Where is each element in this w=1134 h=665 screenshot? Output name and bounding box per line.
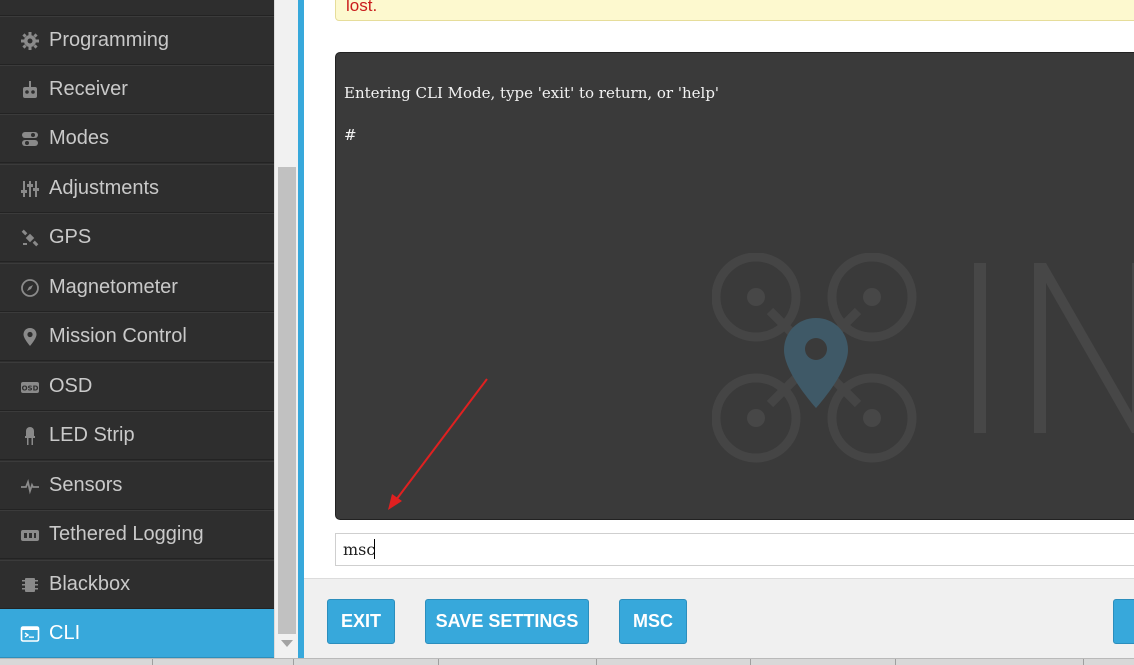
- sidebar-item-osd[interactable]: OSD OSD: [0, 362, 274, 411]
- scrollbar-thumb[interactable]: [278, 167, 296, 634]
- cli-input-value: msc: [343, 540, 376, 559]
- cli-output-line: [344, 104, 719, 125]
- sidebar-item-label: CLI: [49, 622, 81, 644]
- status-divider: [750, 659, 751, 665]
- logging-icon: [19, 524, 41, 546]
- sidebar-item-partial[interactable]: [0, 0, 274, 16]
- sidebar-item-receiver[interactable]: Receiver: [0, 65, 274, 114]
- sidebar-item-label: Receiver: [49, 78, 128, 100]
- save-settings-button[interactable]: SAVE SETTINGS: [425, 599, 589, 644]
- satellite-icon: [19, 227, 41, 249]
- pulse-icon: [19, 475, 41, 497]
- sidebar-item-label: Sensors: [49, 474, 123, 496]
- cli-output-line: Entering CLI Mode, type 'exit' to return…: [344, 84, 720, 102]
- led-icon: [19, 425, 41, 447]
- sidebar-item-label: Tethered Logging: [49, 523, 204, 545]
- toggle-icon: [19, 128, 41, 150]
- receiver-icon: [19, 79, 41, 101]
- inav-logo-watermark-icon: [712, 253, 1134, 463]
- map-pin-icon: [19, 326, 41, 348]
- cli-command-input[interactable]: msc: [335, 533, 1134, 566]
- sidebar-item-magnetometer[interactable]: Magnetometer: [0, 263, 274, 312]
- cli-prompt: #: [344, 126, 357, 144]
- cli-footer-toolbar: EXIT SAVE SETTINGS MSC: [304, 578, 1134, 658]
- sliders-icon: [19, 178, 41, 200]
- sidebar-item-label: Magnetometer: [49, 276, 178, 298]
- sidebar-item-programming[interactable]: Programming: [0, 16, 274, 65]
- sidebar-item-label: LED Strip: [49, 424, 135, 446]
- osd-icon: OSD: [19, 376, 41, 398]
- sidebar-item-led-strip[interactable]: LED Strip: [0, 411, 274, 460]
- msc-button[interactable]: MSC: [619, 599, 687, 644]
- warning-note: lost.: [335, 0, 1134, 21]
- compass-icon: [19, 277, 41, 299]
- status-divider: [152, 659, 153, 665]
- sidebar-item-modes[interactable]: Modes: [0, 114, 274, 163]
- sidebar-item-label: Modes: [49, 127, 110, 149]
- sidebar-item-label: Adjustments: [49, 177, 160, 199]
- sidebar-item-label: OSD: [49, 375, 93, 397]
- exit-button[interactable]: EXIT: [327, 599, 395, 644]
- warning-text: lost.: [346, 0, 378, 15]
- sidebar-item-label: Programming: [49, 29, 170, 51]
- sidebar-nav: Programming Receiver Modes Adjustments G…: [0, 0, 274, 658]
- cli-output-text: Entering CLI Mode, type 'exit' to return…: [344, 83, 719, 146]
- status-divider: [1083, 659, 1084, 665]
- cli-tab-content: lost. Entering CLI Mode, type 'exit' to …: [304, 0, 1134, 658]
- status-divider: [596, 659, 597, 665]
- partial-offscreen-button[interactable]: [1113, 599, 1134, 644]
- status-divider: [293, 659, 294, 665]
- sidebar-item-tethered-logging[interactable]: Tethered Logging: [0, 510, 274, 559]
- status-bar: [0, 658, 1134, 665]
- text-caret: [374, 539, 375, 559]
- sidebar-item-blackbox[interactable]: Blackbox: [0, 560, 274, 609]
- status-divider: [438, 659, 439, 665]
- blackbox-icon: [19, 574, 41, 596]
- sidebar-item-mission-control[interactable]: Mission Control: [0, 312, 274, 361]
- sidebar-item-label: Mission Control: [49, 325, 187, 347]
- sidebar-item-gps[interactable]: GPS: [0, 213, 274, 262]
- sidebar-item-label: Blackbox: [49, 573, 131, 595]
- sidebar-item-label: GPS: [49, 226, 92, 248]
- gear-icon: [19, 30, 41, 52]
- gear-icon: [19, 0, 41, 3]
- scroll-down-arrow-icon[interactable]: [281, 640, 293, 647]
- sidebar-item-adjustments[interactable]: Adjustments: [0, 164, 274, 213]
- status-divider: [895, 659, 896, 665]
- terminal-icon: [19, 623, 41, 645]
- cli-output-window[interactable]: Entering CLI Mode, type 'exit' to return…: [335, 52, 1134, 520]
- sidebar-item-cli[interactable]: CLI: [0, 609, 274, 658]
- sidebar-item-sensors[interactable]: Sensors: [0, 461, 274, 510]
- sidebar-scrollbar[interactable]: [274, 0, 298, 658]
- svg-text:OSD: OSD: [22, 384, 39, 392]
